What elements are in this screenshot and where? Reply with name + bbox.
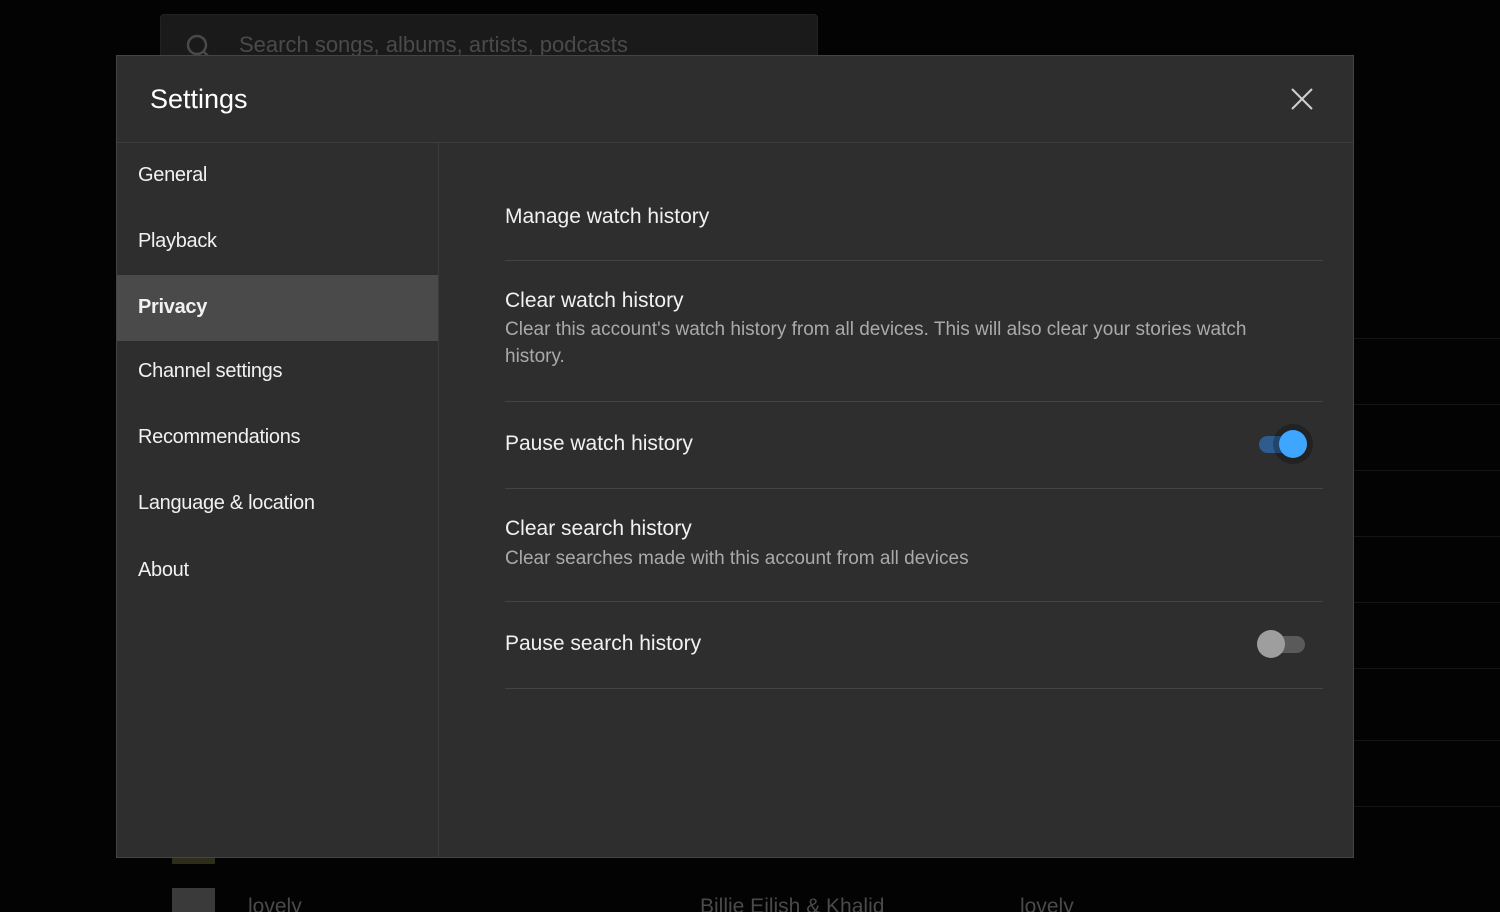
clear-search-history-row[interactable]: Clear search history Clear searches made… bbox=[505, 489, 1323, 602]
pause-watch-history-row: Pause watch history bbox=[505, 402, 1323, 489]
sidebar-item-general[interactable]: General bbox=[117, 143, 438, 209]
track-artist: Billie Eilish & Khalid bbox=[700, 895, 884, 912]
background-track-row[interactable]: lovely Billie Eilish & Khalid lovely bbox=[0, 872, 1500, 912]
close-icon[interactable] bbox=[1289, 86, 1315, 112]
clear-watch-history-title: Clear watch history bbox=[505, 289, 684, 313]
sidebar-item-label: Language & location bbox=[138, 492, 315, 515]
toggle-knob bbox=[1257, 630, 1285, 658]
track-thumbnail bbox=[172, 888, 215, 912]
sidebar-item-recommendations[interactable]: Recommendations bbox=[117, 407, 438, 473]
pause-search-history-row: Pause search history bbox=[505, 602, 1323, 689]
dialog-header: Settings bbox=[117, 56, 1353, 143]
pause-search-history-toggle[interactable] bbox=[1257, 629, 1307, 659]
toggle-knob bbox=[1279, 430, 1307, 458]
sidebar-item-label: Privacy bbox=[138, 296, 207, 319]
pause-watch-history-title: Pause watch history bbox=[505, 432, 693, 456]
sidebar-item-privacy[interactable]: Privacy bbox=[117, 275, 438, 341]
clear-watch-history-description: Clear this account's watch history from … bbox=[505, 316, 1285, 370]
track-title: lovely bbox=[248, 895, 302, 912]
page: Search songs, albums, artists, podcasts … bbox=[0, 0, 1500, 912]
pause-search-history-title: Pause search history bbox=[505, 632, 701, 656]
privacy-settings-panel: Manage watch history Clear watch history… bbox=[439, 143, 1353, 858]
settings-dialog: Settings General Playback Privacy Channe… bbox=[116, 55, 1354, 858]
pause-watch-history-toggle[interactable] bbox=[1257, 429, 1307, 459]
sidebar-item-label: About bbox=[138, 559, 189, 582]
manage-watch-history-row[interactable]: Manage watch history bbox=[505, 173, 1323, 261]
manage-watch-history-title: Manage watch history bbox=[505, 205, 709, 229]
sidebar-item-channel-settings[interactable]: Channel settings bbox=[117, 341, 438, 407]
settings-sidebar: General Playback Privacy Channel setting… bbox=[117, 143, 439, 858]
sidebar-item-label: Playback bbox=[138, 230, 217, 253]
clear-search-history-description: Clear searches made with this account fr… bbox=[505, 545, 1285, 572]
sidebar-item-label: General bbox=[138, 164, 207, 187]
sidebar-item-label: Recommendations bbox=[138, 426, 300, 449]
sidebar-item-playback[interactable]: Playback bbox=[117, 209, 438, 275]
clear-search-history-title: Clear search history bbox=[505, 517, 692, 541]
sidebar-item-language-location[interactable]: Language & location bbox=[117, 473, 438, 539]
track-album: lovely bbox=[1020, 895, 1074, 912]
sidebar-item-about[interactable]: About bbox=[117, 539, 438, 605]
clear-watch-history-row[interactable]: Clear watch history Clear this account's… bbox=[505, 261, 1323, 402]
sidebar-item-label: Channel settings bbox=[138, 360, 282, 383]
dialog-title: Settings bbox=[150, 84, 248, 115]
